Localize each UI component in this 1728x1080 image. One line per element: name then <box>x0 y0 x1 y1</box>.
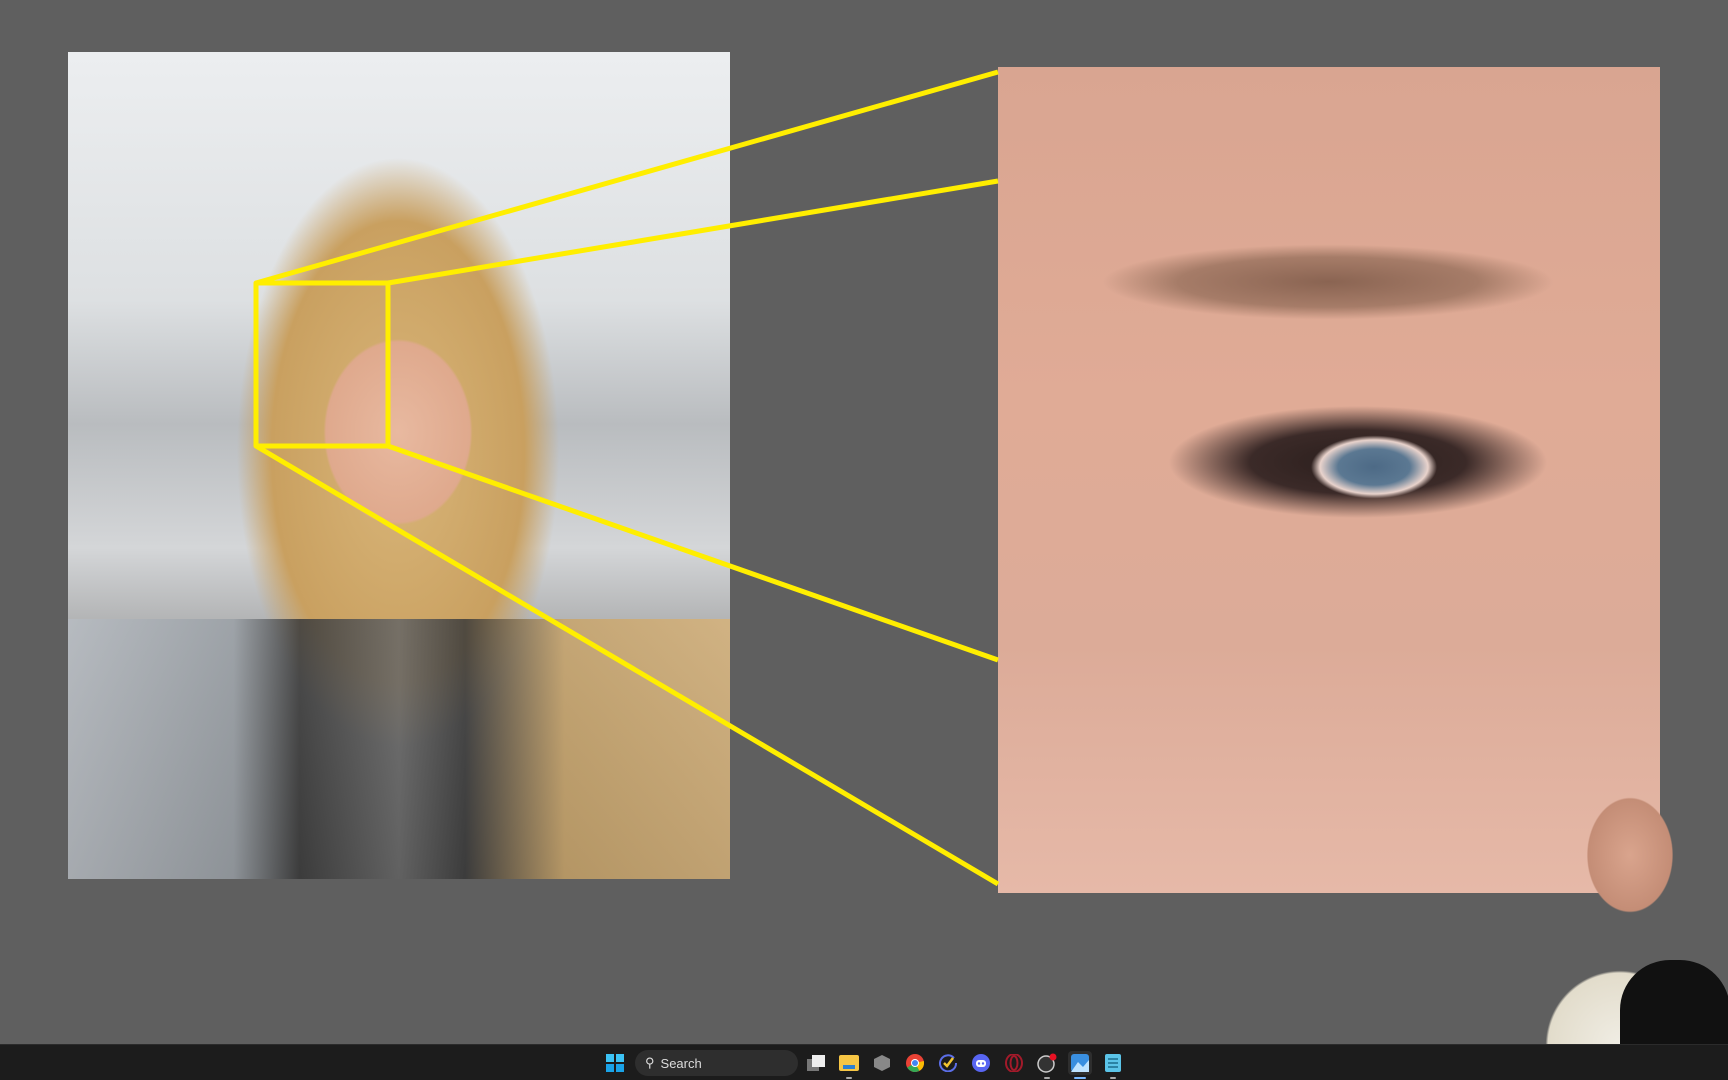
jacket-region <box>68 619 730 879</box>
taskbar: ⚲ Search <box>0 1044 1728 1080</box>
microphone <box>1620 960 1728 1044</box>
chrome-icon[interactable] <box>903 1051 927 1075</box>
obs-icon[interactable] <box>1035 1051 1059 1079</box>
notepad-icon[interactable] <box>1101 1051 1125 1079</box>
search-icon: ⚲ <box>645 1055 655 1070</box>
windows-start-icon[interactable] <box>603 1051 627 1075</box>
file-explorer-icon[interactable] <box>837 1051 861 1079</box>
search-box[interactable]: ⚲ Search <box>635 1050 798 1076</box>
opera-icon[interactable] <box>1002 1051 1026 1075</box>
app-icon[interactable] <box>870 1051 894 1075</box>
portrait-photo <box>68 52 730 879</box>
search-label: Search <box>660 1055 702 1071</box>
photos-icon[interactable] <box>1068 1051 1092 1079</box>
webcam-overlay <box>1500 765 1728 1044</box>
task-view-icon[interactable] <box>804 1051 828 1075</box>
todo-icon[interactable] <box>936 1051 960 1075</box>
discord-icon[interactable] <box>969 1051 993 1075</box>
